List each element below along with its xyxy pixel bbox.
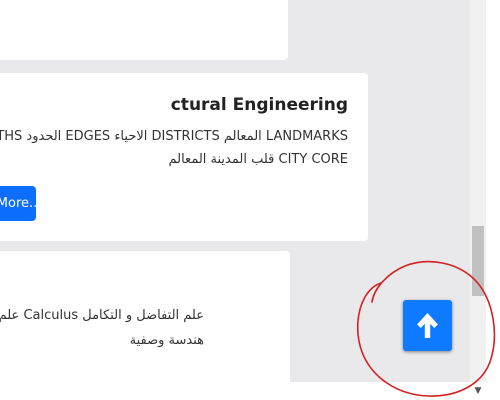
scroll-down-arrow-icon[interactable]: ▼ bbox=[472, 386, 484, 396]
arrow-up-icon bbox=[417, 313, 438, 338]
card-description-line: هندسة وصفية bbox=[129, 333, 204, 348]
back-to-top-button[interactable] bbox=[403, 300, 452, 351]
card-description-line: LANDMARKS المعالم DISTRICTS الاحياء EDGE… bbox=[0, 129, 348, 144]
card-title: l bbox=[0, 277, 1, 297]
card-description-line: CITY CORE قلب المدينة المعالم bbox=[168, 152, 348, 167]
scrollbar-track[interactable] bbox=[470, 0, 486, 382]
read-more-button[interactable]: Read More... bbox=[0, 186, 36, 221]
card-title: ctural Engineering bbox=[170, 95, 348, 115]
course-card: ctural Engineering LANDMARKS المعالم DIS… bbox=[0, 73, 368, 241]
card-description-line: علم التفاضل و التكامل Calculus علم bbox=[0, 308, 204, 323]
course-card: l علم التفاضل و التكامل Calculus علم هند… bbox=[0, 251, 290, 391]
scrollbar-thumb[interactable] bbox=[472, 226, 484, 296]
course-card bbox=[0, 0, 288, 60]
